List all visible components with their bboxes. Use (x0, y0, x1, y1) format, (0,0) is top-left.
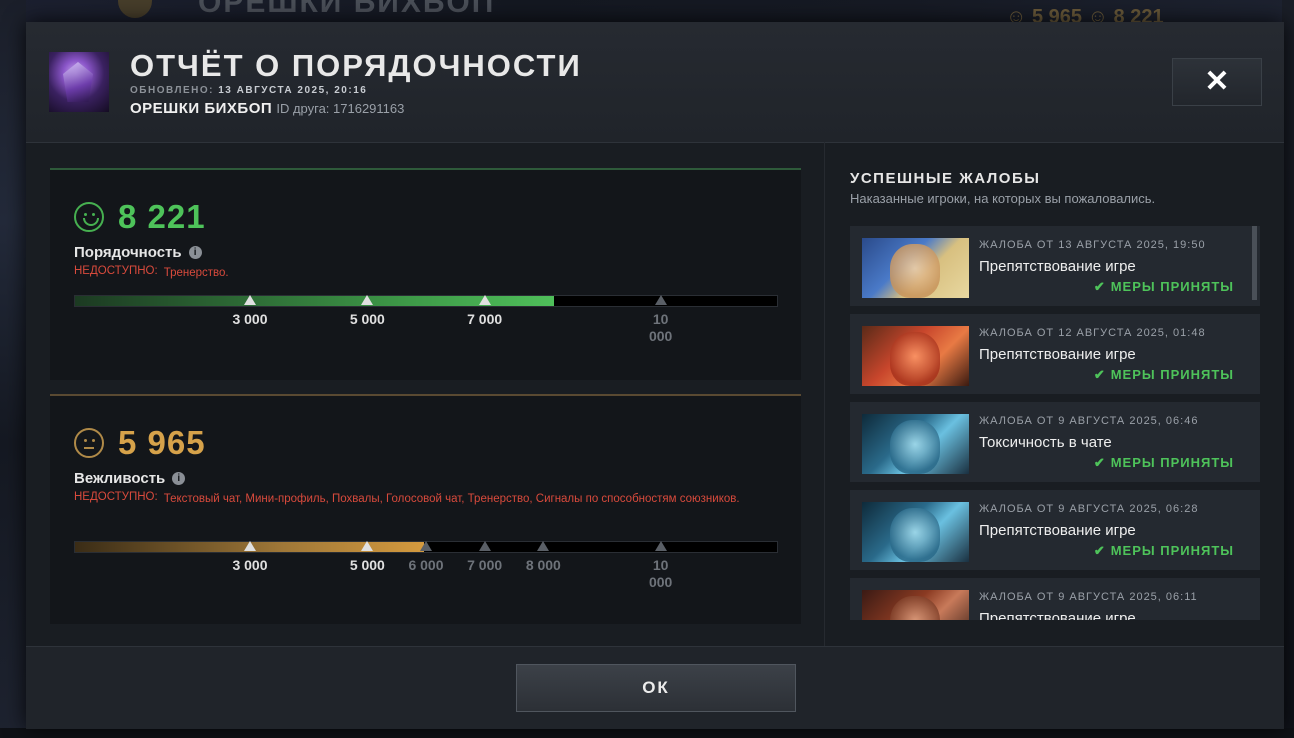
ok-button[interactable]: ОК (516, 664, 796, 712)
player-info: ОРЕШКИ БИХБОП ID друга: 1716291163 (130, 100, 404, 117)
report-date: ЖАЛОБА ОТ 12 АВГУСТА 2025, 01:48 (979, 327, 1206, 339)
check-icon: ✔ (1093, 367, 1106, 382)
communication-score-panel: 5 965 Вежливость i НЕДОСТУПНО: Текстовый… (50, 394, 801, 624)
behavior-score-panel: 8 221 Порядочность i НЕДОСТУПНО: Тренерс… (50, 168, 801, 380)
milestone-label: 10 000 (648, 311, 673, 344)
behavior-label-text: Порядочность (74, 244, 182, 261)
neutral-face-icon (74, 428, 104, 458)
milestone-marker (361, 295, 374, 305)
milestone-label: 3 000 (232, 311, 268, 327)
milestone-marker (478, 295, 491, 305)
behavior-progress-bar (74, 295, 778, 307)
hero-portrait (862, 590, 969, 620)
report-date: ЖАЛОБА ОТ 9 АВГУСТА 2025, 06:11 (979, 591, 1198, 603)
milestone-label: 7 000 (467, 311, 503, 327)
milestone-label: 5 000 (349, 311, 385, 327)
milestone-marker (478, 541, 491, 551)
report-item[interactable]: ЖАЛОБА ОТ 9 АВГУСТА 2025, 06:28 Препятств… (850, 490, 1260, 570)
conduct-report-modal: ОТЧЁТ О ПОРЯДОЧНОСТИ ОБНОВЛЕНО: 13 АВГУС… (26, 22, 1284, 729)
milestone-label: 3 000 (232, 557, 268, 573)
player-avatar (49, 52, 109, 112)
info-icon[interactable]: i (188, 246, 202, 259)
report-status-text: МЕРЫ ПРИНЯТЫ (1110, 543, 1234, 558)
unavailable-tag: НЕДОСТУПНО: (74, 265, 158, 277)
updated-value: 13 АВГУСТА 2025, 20:16 (218, 85, 368, 96)
hero-portrait (862, 414, 969, 474)
report-type: Препятствование игре (979, 346, 1136, 363)
milestone-marker (654, 295, 667, 305)
communication-label-text: Вежливость (74, 470, 166, 487)
report-item[interactable]: ЖАЛОБА ОТ 9 АВГУСТА 2025, 06:46 Токсичнос… (850, 402, 1260, 482)
milestone-marker (537, 541, 550, 551)
report-status-text: МЕРЫ ПРИНЯТЫ (1110, 455, 1234, 470)
unavailable-list: Тренерство. (163, 267, 229, 279)
report-type: Препятствование игре (979, 610, 1136, 620)
behavior-unavailable: НЕДОСТУПНО: Тренерство. (74, 265, 229, 281)
report-type: Токсичность в чате (979, 434, 1112, 451)
info-icon[interactable]: i (172, 472, 186, 485)
reports-title: УСПЕШНЫЕ ЖАЛОБЫ (850, 170, 1041, 187)
updated-label: ОБНОВЛЕНО: (130, 85, 214, 96)
communication-label: Вежливость i (74, 470, 186, 487)
report-item[interactable]: ЖАЛОБА ОТ 12 АВГУСТА 2025, 01:48 Препятст… (850, 314, 1260, 394)
close-icon: ✕ (1204, 65, 1230, 98)
updated-timestamp: ОБНОВЛЕНО: 13 АВГУСТА 2025, 20:16 (130, 85, 367, 96)
communication-score-value: 5 965 (118, 424, 206, 461)
milestone-marker (420, 541, 432, 551)
milestone-marker (244, 295, 256, 305)
behavior-label: Порядочность i (74, 244, 202, 261)
report-status: ✔ МЕРЫ ПРИНЯТЫ (1094, 455, 1234, 471)
milestone-marker (361, 541, 374, 551)
unavailable-list: Текстовый чат, Мини-профиль, Похвалы, Го… (163, 493, 740, 505)
check-icon: ✔ (1093, 279, 1106, 294)
milestone-marker (654, 541, 667, 551)
close-button[interactable]: ✕ (1172, 58, 1262, 106)
column-divider (824, 142, 825, 646)
milestone-marker (244, 541, 256, 551)
reports-subtitle: Наказанные игроки, на которых вы пожалов… (850, 191, 1156, 206)
report-type: Препятствование игре (979, 522, 1136, 539)
reports-list[interactable]: ЖАЛОБА ОТ 13 АВГУСТА 2025, 19:50 Препятст… (850, 226, 1262, 620)
smile-icon (74, 202, 104, 232)
report-item[interactable]: ЖАЛОБА ОТ 13 АВГУСТА 2025, 19:50 Препятст… (850, 226, 1260, 306)
unavailable-tag: НЕДОСТУПНО: (74, 491, 158, 503)
reports-scrollbar[interactable] (1252, 226, 1257, 300)
modal-header: ОТЧЁТ О ПОРЯДОЧНОСТИ ОБНОВЛЕНО: 13 АВГУС… (26, 22, 1284, 143)
report-item[interactable]: ЖАЛОБА ОТ 9 АВГУСТА 2025, 06:11 Препятств… (850, 578, 1260, 620)
report-date: ЖАЛОБА ОТ 13 АВГУСТА 2025, 19:50 (979, 239, 1206, 251)
report-status-text: МЕРЫ ПРИНЯТЫ (1110, 279, 1234, 294)
hero-portrait (862, 326, 969, 386)
report-status-text: МЕРЫ ПРИНЯТЫ (1110, 367, 1234, 382)
report-date: ЖАЛОБА ОТ 9 АВГУСТА 2025, 06:46 (979, 415, 1199, 427)
background-bottom (0, 728, 1294, 738)
background-title: ОРЕШКИ БИХБОП (198, 0, 496, 19)
report-date: ЖАЛОБА ОТ 9 АВГУСТА 2025, 06:28 (979, 503, 1199, 515)
check-icon: ✔ (1093, 543, 1106, 558)
report-status: ✔ МЕРЫ ПРИНЯТЫ (1094, 367, 1234, 383)
hero-portrait (862, 502, 969, 562)
hero-portrait (862, 238, 969, 298)
modal-footer: ОК (26, 646, 1284, 729)
milestone-label: 10 000 (648, 557, 673, 590)
background-left (0, 0, 26, 738)
behavior-score-value: 8 221 (118, 198, 206, 235)
modal-title: ОТЧЁТ О ПОРЯДОЧНОСТИ (130, 48, 582, 83)
milestone-label: 8 000 (525, 557, 561, 573)
report-status: ✔ МЕРЫ ПРИНЯТЫ (1094, 279, 1234, 295)
check-icon: ✔ (1093, 455, 1106, 470)
friend-id: ID друга: 1716291163 (276, 101, 405, 116)
communication-unavailable: НЕДОСТУПНО: Текстовый чат, Мини-профиль,… (74, 491, 764, 507)
report-type: Препятствование игре (979, 258, 1136, 275)
player-name: ОРЕШКИ БИХБОП (130, 100, 273, 117)
report-status: ✔ МЕРЫ ПРИНЯТЫ (1094, 543, 1234, 559)
